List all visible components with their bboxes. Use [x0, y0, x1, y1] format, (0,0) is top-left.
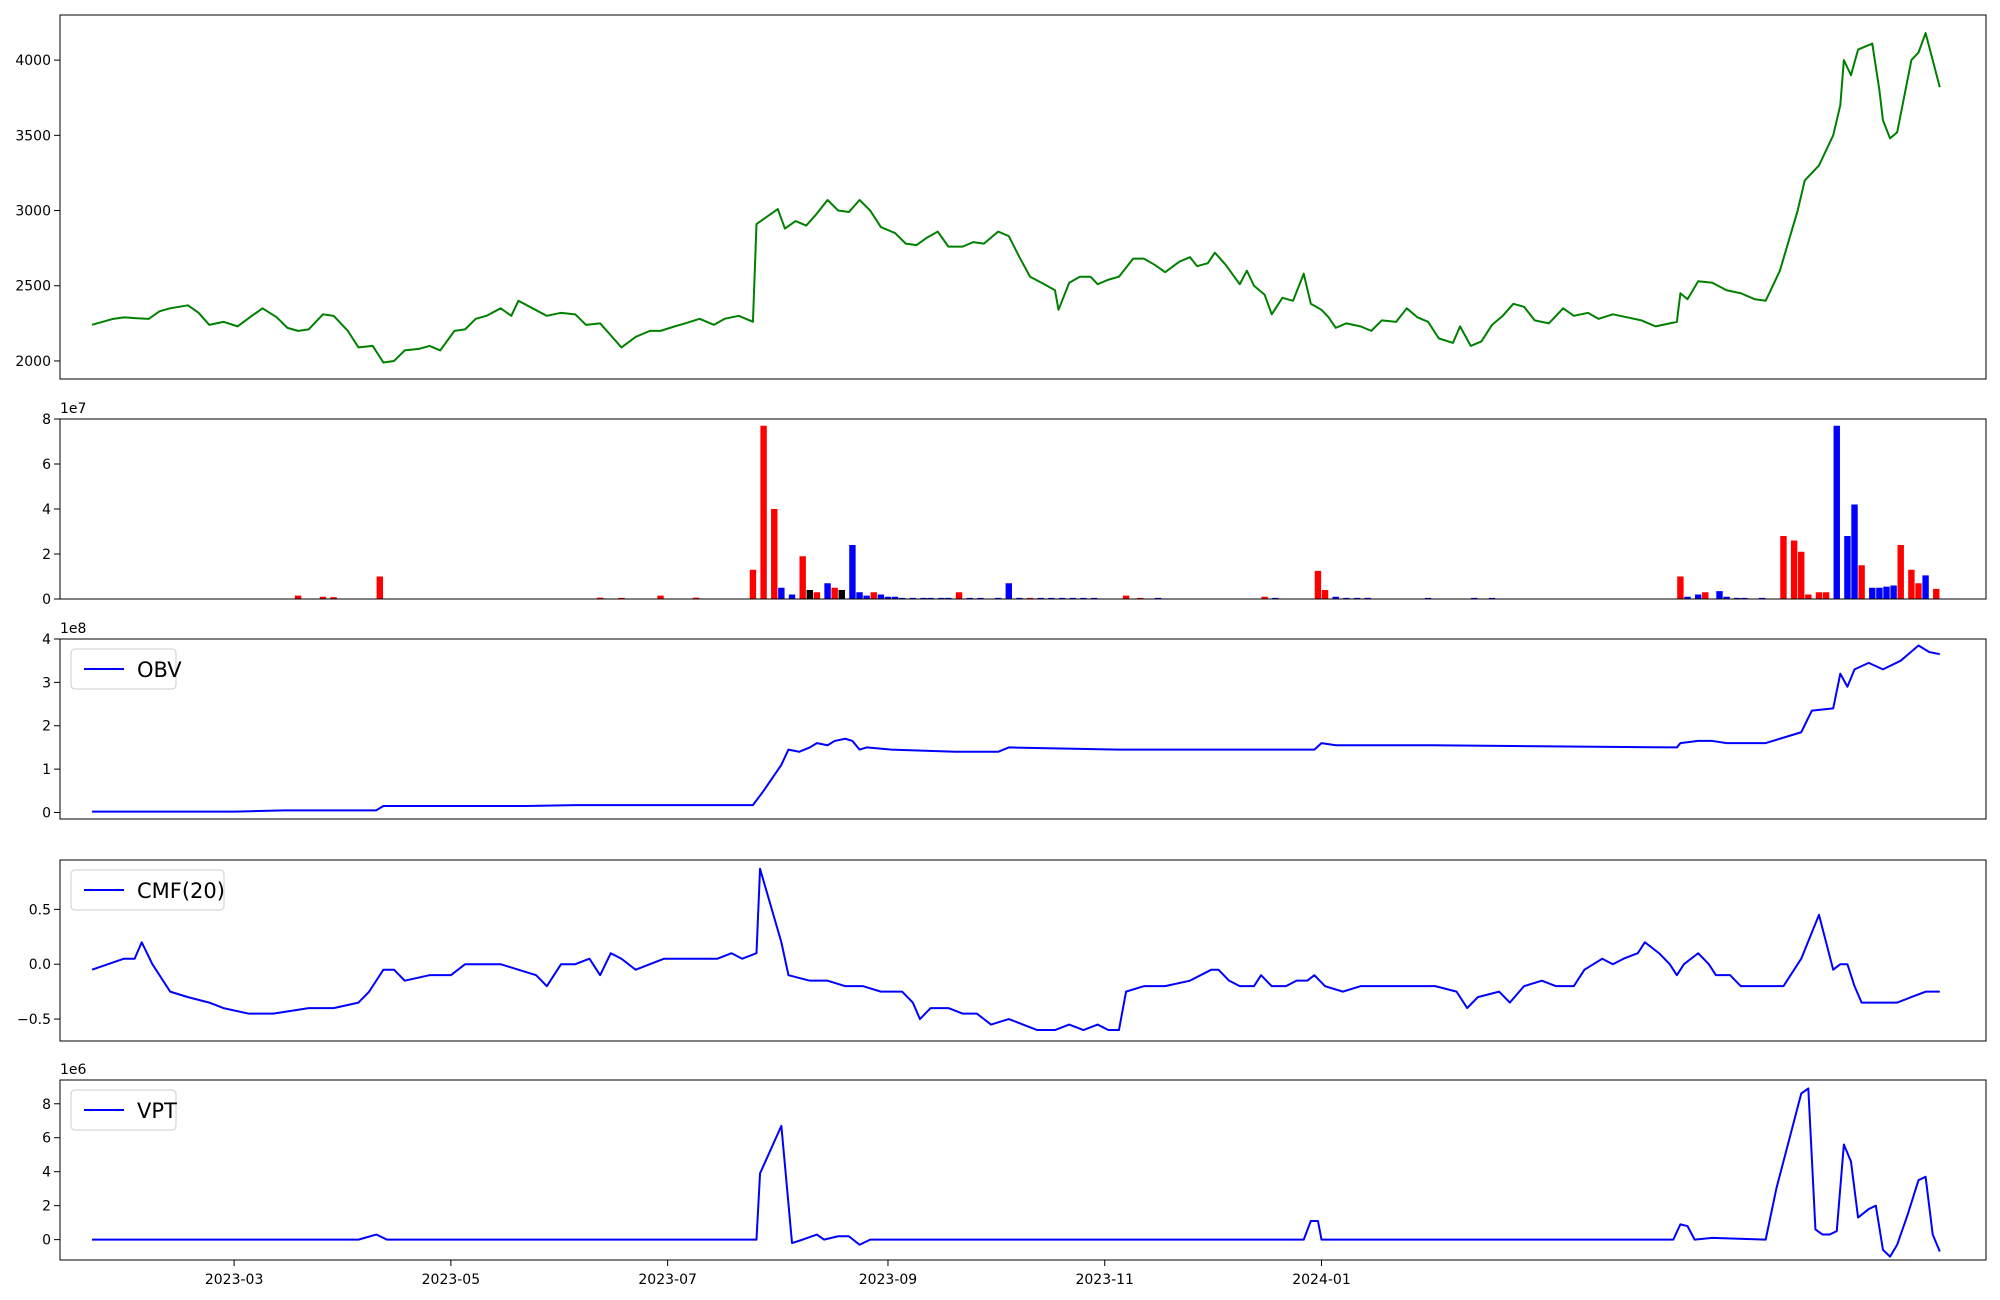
y-tick-label: 2500 [15, 279, 51, 295]
y-tick-label: −0.5 [17, 1012, 51, 1028]
volume-bar [1314, 570, 1322, 600]
figure: 2000 2500 3000 3500 4000 0 2 4 6 8 1e7 0 1 2 3 4 1e8 OBV −… [15, 14, 1987, 1288]
vpt-axes-frame [59, 1079, 1987, 1261]
volume-bar [1844, 536, 1851, 599]
volume-bar [1833, 425, 1840, 599]
cmf-legend-label: CMF(20) [137, 879, 225, 903]
volume-bar [955, 592, 963, 599]
vpt-legend-label: VPT [137, 1099, 177, 1123]
volume-bar [1922, 575, 1929, 600]
volume-bar [1780, 536, 1787, 599]
y-tick-label: 6 [42, 1131, 51, 1147]
volume-bar [1694, 594, 1702, 599]
volume-bar [1822, 592, 1830, 599]
volume-bar [1815, 592, 1823, 599]
y-tick-label: 4 [42, 1165, 51, 1181]
volume-bar [799, 556, 806, 599]
cmf-panel: −0.5 0.0 0.5 CMF(20) [17, 859, 1987, 1042]
volume-bar [849, 545, 856, 599]
y-tick-label: 3 [42, 675, 51, 691]
price-panel: 2000 2500 3000 3500 4000 [15, 14, 1987, 380]
volume-offset-label: 1e7 [60, 401, 86, 417]
y-tick-label: 4 [42, 632, 51, 648]
volume-bar [1883, 586, 1890, 600]
price-series-line [91, 32, 1941, 364]
y-tick-label: 0 [42, 805, 51, 821]
vpt-offset-label: 1e6 [60, 1062, 87, 1078]
x-tick-label: 2023-05 [422, 1272, 481, 1288]
volume-bar [838, 590, 845, 599]
vpt-panel: 0 2 4 6 8 1e6 VPT 2023-03 2023-05 2023-07 2023-09 2… [42, 1062, 1987, 1288]
cmf-series-line [91, 867, 1940, 1032]
volume-bar [760, 425, 767, 599]
volume-panel: 0 2 4 6 8 1e7 [42, 401, 1987, 608]
cmf-axes-frame [59, 859, 1987, 1042]
y-tick-label: 4 [42, 502, 51, 518]
x-tick-label: 2024-01 [1292, 1272, 1351, 1288]
volume-bar [877, 594, 885, 599]
volume-bar [1897, 545, 1904, 599]
y-tick-label: 4000 [15, 53, 51, 69]
x-tick-label: 2023-03 [205, 1272, 264, 1288]
volume-bar [831, 587, 838, 599]
x-tick-label: 2023-09 [859, 1272, 918, 1288]
x-tick-label: 2023-11 [1075, 1272, 1134, 1288]
volume-bar [1790, 540, 1798, 599]
y-tick-label: 3500 [15, 128, 51, 144]
volume-bar [1915, 583, 1922, 599]
volume-bar [1716, 591, 1723, 600]
y-tick-label: 1 [42, 762, 51, 778]
y-tick-label: 2 [42, 1199, 51, 1215]
volume-bar [1890, 585, 1897, 599]
volume-bar [1702, 592, 1709, 599]
volume-bar [749, 569, 757, 599]
x-tick-label: 2023-07 [638, 1272, 697, 1288]
y-tick-label: 0.5 [29, 902, 51, 918]
y-tick-label: 2000 [15, 354, 51, 370]
y-tick-label: 0 [42, 1233, 51, 1249]
y-tick-label: 0.0 [29, 957, 51, 973]
volume-bar [870, 592, 877, 599]
volume-bar [856, 592, 863, 599]
y-tick-label: 8 [42, 412, 51, 428]
volume-bar [824, 583, 831, 599]
volume-bar [1869, 587, 1876, 599]
y-tick-label: 2 [42, 719, 51, 735]
vpt-series-line [91, 1087, 1941, 1258]
obv-series-line [91, 644, 1940, 813]
volume-bar [771, 509, 778, 599]
volume-bar [1858, 565, 1865, 599]
volume-bar [1851, 504, 1858, 599]
y-tick-label: 0 [42, 592, 51, 608]
y-tick-label: 6 [42, 457, 51, 473]
volume-bar [788, 594, 796, 599]
volume-bar [1005, 583, 1012, 599]
volume-bar [1805, 594, 1812, 599]
volume-bar [813, 592, 821, 599]
y-tick-label: 8 [42, 1097, 51, 1113]
volume-bar [376, 576, 384, 599]
price-axes-frame [59, 14, 1987, 380]
volume-bar [1908, 569, 1915, 599]
obv-offset-label: 1e8 [60, 621, 86, 637]
volume-bar [1876, 587, 1883, 599]
y-tick-label: 2 [42, 547, 51, 563]
volume-bar [1677, 576, 1684, 599]
volume-bar [1321, 590, 1329, 599]
volume-bar [778, 587, 785, 599]
volume-bar [1933, 588, 1940, 600]
volume-axes-frame [59, 418, 1987, 600]
y-tick-label: 3000 [15, 204, 51, 220]
obv-legend-label: OBV [137, 658, 182, 682]
volume-bar [806, 590, 813, 599]
obv-panel: 0 1 2 3 4 1e8 OBV [42, 621, 1987, 821]
volume-bar [1798, 551, 1805, 599]
obv-axes-frame [59, 638, 1987, 820]
